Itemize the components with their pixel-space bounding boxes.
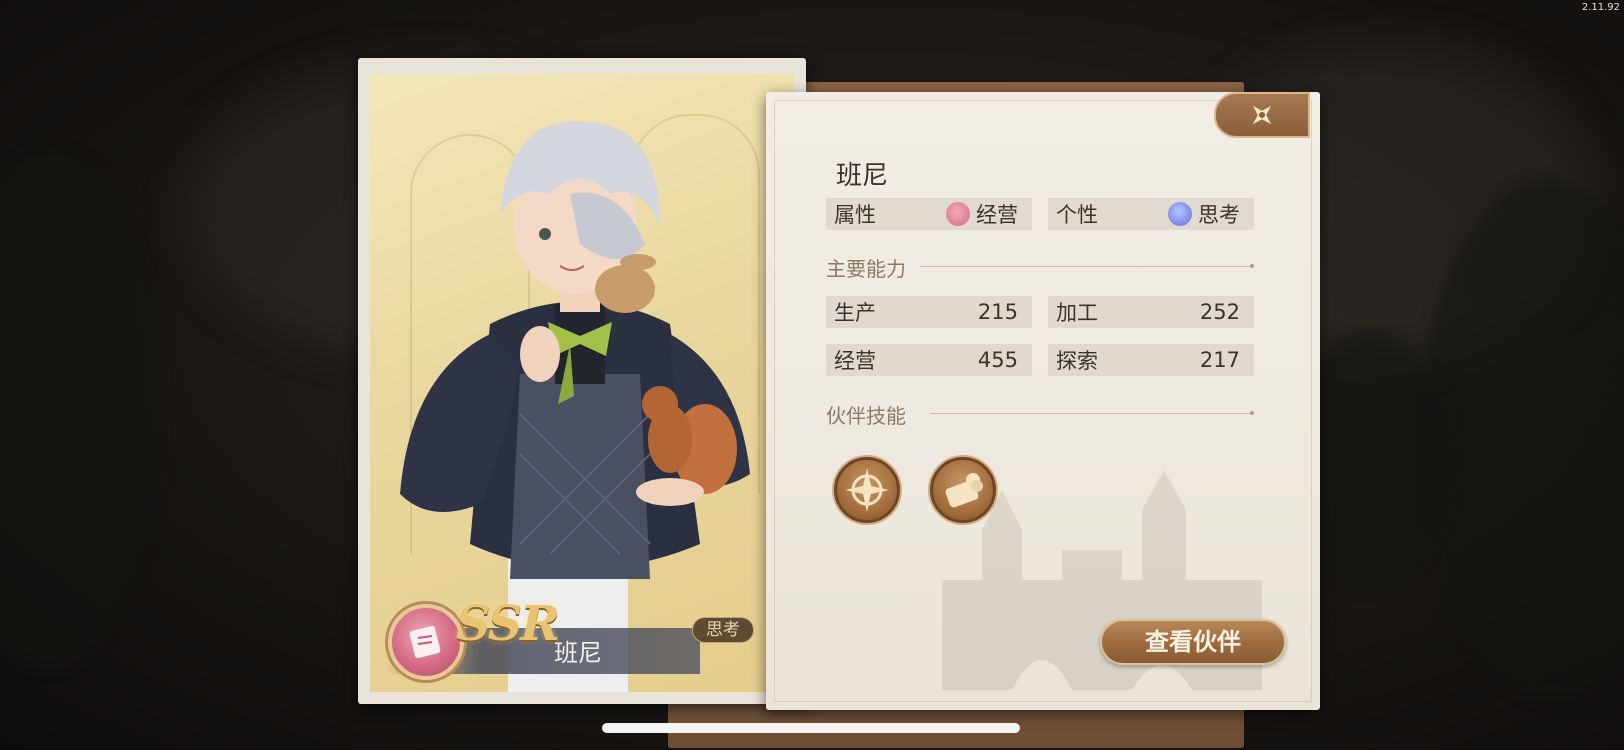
- attribute-label: 属性: [834, 203, 876, 227]
- rarity-label: SSR: [456, 596, 560, 652]
- ability-row-production: 生产 215: [826, 296, 1032, 328]
- management-attribute-icon: [388, 604, 464, 680]
- card-character-name: 班尼: [554, 639, 602, 667]
- ability-value: 217: [1199, 348, 1240, 372]
- personality-value: 思考: [1198, 203, 1240, 227]
- home-indicator[interactable]: [602, 723, 1020, 733]
- view-partner-button[interactable]: 查看伙伴: [1100, 619, 1286, 665]
- ability-row-processing: 加工 252: [1048, 296, 1254, 328]
- ability-value: 252: [1199, 300, 1240, 324]
- ability-label: 经营: [834, 349, 876, 373]
- thinking-icon: [1168, 202, 1192, 226]
- management-icon: [946, 202, 970, 226]
- trait-tag: 思考: [692, 617, 754, 643]
- divider-dot: [1250, 411, 1254, 415]
- character-name: 班尼: [836, 161, 889, 191]
- personality-label: 个性: [1056, 203, 1098, 227]
- skills-title: 伙伴技能: [826, 404, 906, 428]
- ability-value: 455: [977, 348, 1018, 372]
- ability-row-exploration: 探索 217: [1048, 344, 1254, 376]
- personality-row: 个性 思考: [1048, 198, 1254, 230]
- attribute-value: 经营: [976, 203, 1018, 227]
- close-button[interactable]: [1214, 92, 1310, 138]
- coins-skill-icon[interactable]: [930, 457, 996, 523]
- character-illustration: [400, 121, 750, 692]
- ability-value: 215: [977, 300, 1018, 324]
- abilities-divider: [920, 266, 1254, 267]
- ability-label: 探索: [1056, 349, 1098, 373]
- ability-label: 生产: [834, 301, 876, 325]
- skills-divider: [930, 413, 1254, 414]
- divider-dot: [1250, 264, 1254, 268]
- compass-skill-icon[interactable]: [834, 457, 900, 523]
- close-icon: [1252, 105, 1272, 125]
- ability-row-management: 经营 455: [826, 344, 1032, 376]
- abilities-title: 主要能力: [826, 257, 906, 281]
- attribute-row: 属性 经营: [826, 198, 1032, 230]
- version-label: 2.11.92: [1581, 2, 1620, 13]
- character-portrait: [370, 74, 794, 692]
- ability-label: 加工: [1056, 301, 1098, 325]
